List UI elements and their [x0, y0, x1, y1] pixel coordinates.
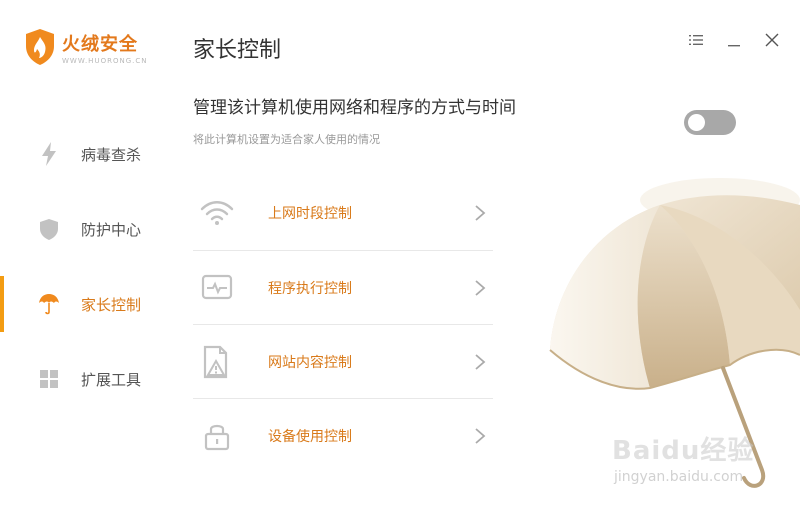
app-url: WWW.HUORONG.CN — [62, 56, 148, 65]
sidebar-item-label: 病毒查杀 — [81, 145, 142, 164]
app-name: 火绒安全 — [62, 33, 138, 55]
chevron-right-icon — [475, 279, 486, 296]
minimize-icon — [728, 45, 740, 47]
grid-icon — [38, 368, 60, 390]
section-hint: 将此计算机设置为适合家人使用的情况 — [193, 133, 380, 146]
close-button[interactable] — [762, 30, 782, 50]
lock-icon — [199, 418, 235, 454]
control-list: 上网时段控制 程序执行控制 网站内容控制 设备使用控制 — [193, 176, 493, 472]
close-icon — [765, 33, 779, 47]
watermark-sub: jingyan.baidu.com — [614, 469, 744, 485]
baidu-watermark: Baidu经验 jingyan.baidu.com — [612, 430, 754, 485]
website-content-control-row[interactable]: 网站内容控制 — [193, 324, 493, 398]
chevron-right-icon — [475, 353, 486, 370]
sidebar-item-virus-scan[interactable]: 病毒查杀 — [0, 126, 170, 182]
program-execution-control-row[interactable]: 程序执行控制 — [193, 250, 493, 324]
sidebar: 火绒安全 WWW.HUORONG.CN 病毒查杀 防护中心 家长控制 扩展工具 — [0, 0, 170, 515]
control-row-label: 程序执行控制 — [268, 280, 352, 297]
wifi-icon — [199, 195, 235, 231]
flame-shield-icon — [26, 29, 54, 65]
sidebar-item-label: 扩展工具 — [81, 370, 142, 389]
sidebar-item-label: 家长控制 — [81, 295, 142, 314]
web-document-icon — [199, 344, 235, 380]
toggle-knob — [688, 114, 705, 131]
control-row-label: 网站内容控制 — [268, 354, 352, 371]
watermark-main: Baidu经验 — [612, 436, 755, 466]
sidebar-item-parental-control[interactable]: 家长控制 — [0, 276, 170, 332]
sidebar-item-label: 防护中心 — [81, 220, 142, 239]
chevron-right-icon — [475, 427, 486, 444]
section-subtitle: 管理该计算机使用网络和程序的方式与时间 — [193, 98, 516, 118]
program-monitor-icon — [199, 270, 235, 306]
lightning-icon — [38, 142, 60, 166]
device-usage-control-row[interactable]: 设备使用控制 — [193, 398, 493, 472]
shield-icon — [38, 218, 60, 240]
sidebar-item-extension-tools[interactable]: 扩展工具 — [0, 351, 170, 407]
minimize-button[interactable] — [724, 30, 744, 50]
umbrella-icon — [38, 293, 60, 315]
internet-time-control-row[interactable]: 上网时段控制 — [193, 176, 493, 250]
page-title: 家长控制 — [193, 38, 282, 63]
menu-icon — [689, 35, 703, 45]
app-logo: 火绒安全 WWW.HUORONG.CN — [24, 28, 147, 66]
parental-control-toggle[interactable] — [684, 110, 736, 135]
chevron-right-icon — [475, 205, 486, 221]
control-row-label: 上网时段控制 — [268, 206, 352, 222]
menu-button[interactable] — [686, 30, 706, 50]
sidebar-item-protection[interactable]: 防护中心 — [0, 201, 170, 257]
control-row-label: 设备使用控制 — [268, 428, 352, 445]
